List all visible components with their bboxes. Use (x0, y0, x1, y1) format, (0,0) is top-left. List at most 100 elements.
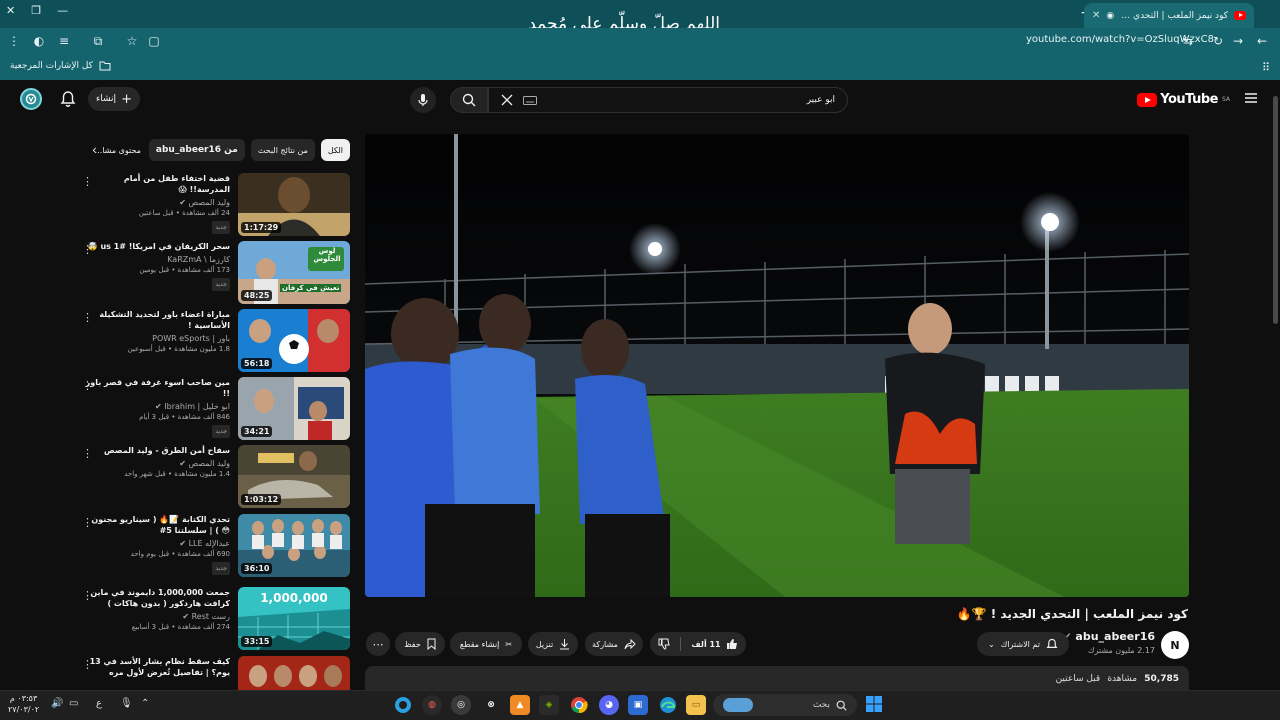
download-button[interactable]: تنزيل (528, 632, 578, 656)
extensions-icon[interactable]: ⧉ (90, 33, 106, 49)
new-badge: جديد (212, 221, 230, 234)
minimize-window-icon[interactable]: — (57, 4, 68, 17)
more-vertical-icon[interactable]: ⋮ (82, 589, 93, 602)
close-tab-icon[interactable]: ✕ (1092, 10, 1100, 21)
all-bookmarks-button[interactable]: كل الإشارات المرجعية (10, 61, 111, 71)
create-button[interactable]: + إنشاء (88, 87, 140, 111)
reading-list-icon[interactable]: ≡ (56, 33, 72, 49)
app-icon-red-badge[interactable]: ◍ (422, 695, 442, 715)
video-thumbnail[interactable]: 1,000,000 33:15 (238, 587, 350, 650)
channel-name[interactable]: رست Rest ✔ (85, 611, 230, 622)
youtube-logo[interactable]: YouTube SA (1137, 92, 1230, 107)
video-thumbnail[interactable]: 1:03:12 (238, 445, 350, 508)
hamburger-menu-icon[interactable] (1244, 92, 1258, 104)
capcut-icon[interactable]: ⊗ (481, 695, 501, 715)
list-item[interactable]: 1:03:12 سفاح أمن الطرق - وليد المصص وليد… (78, 445, 350, 509)
like-count: 11 ألف (691, 639, 721, 649)
forward-icon[interactable]: → (1230, 33, 1246, 49)
channel-avatar[interactable]: N (1161, 631, 1189, 659)
list-item[interactable]: 36:10 تحدي الكتابة 📝🔥 ( سيناريو مجنون 😳 … (78, 514, 350, 578)
chips-next-icon[interactable]: ‹ (92, 143, 97, 157)
more-vertical-icon[interactable]: ⋮ (82, 516, 93, 529)
channel-name[interactable]: باور | POWR eSports (85, 333, 230, 344)
chip-all[interactable]: الكل (320, 139, 350, 161)
channel-name[interactable]: وليد المصص ✔ (85, 458, 230, 469)
screenshot-icon[interactable]: ▢ (146, 33, 162, 49)
chip-from-channel[interactable]: من abu_abeer16 (148, 139, 245, 161)
video-thumbnail[interactable] (238, 656, 350, 690)
account-avatar[interactable] (20, 88, 42, 110)
more-vertical-icon[interactable]: ⋮ (82, 175, 93, 188)
list-item[interactable]: 1:17:29 قضية اختفاء طفل من أمام المدرسة!… (78, 173, 350, 237)
bookmark-star-icon[interactable]: ☆ (124, 33, 140, 49)
search-button[interactable] (450, 87, 488, 113)
save-button[interactable]: حفظ (395, 632, 445, 656)
more-vertical-icon[interactable]: ⋮ (82, 379, 93, 392)
video-player[interactable] (365, 134, 1189, 597)
video-meta: 274 ألف مشاهدة • قبل 3 أسابيع (131, 623, 230, 631)
tray-volume-icon[interactable]: 🔊 (51, 698, 63, 709)
list-item[interactable]: 34:21 مين صاحب اسوء غرفة في قصر باور !! … (78, 377, 350, 441)
channel-name[interactable]: ✔ abu_abeer16 (1064, 630, 1155, 643)
windows-start-icon[interactable] (866, 696, 882, 712)
taskbar-search-label: بحث (812, 700, 830, 710)
app-icon-badge[interactable]: ◎ (451, 695, 471, 715)
video-thumbnail[interactable]: 1:17:29 (238, 173, 350, 236)
list-item[interactable]: كيف سقط نظام بشار الأسد في 13 يوم؟ | تفا… (78, 656, 350, 690)
back-icon[interactable]: ← (1254, 33, 1270, 49)
profile-icon[interactable]: ◐ (31, 33, 47, 49)
edge-icon[interactable] (658, 695, 678, 715)
close-window-icon[interactable]: ✕ (6, 4, 15, 17)
clip-button[interactable]: ✂ إنشاء مقطع (450, 632, 522, 656)
nvidia-icon[interactable]: ◈ (539, 695, 559, 715)
dislike-button[interactable] (658, 638, 671, 650)
voice-search-button[interactable] (410, 87, 436, 113)
more-vertical-icon[interactable]: ⋮ (82, 311, 93, 324)
taskbar-search[interactable]: بحث (713, 694, 857, 716)
file-explorer-icon[interactable]: ▭ (686, 695, 706, 715)
address-bar[interactable]: youtube.com/watch?v=OzSluqWzxC8 (1026, 34, 1214, 45)
subscribed-button[interactable]: تم الاشتراك ⌄ (977, 632, 1069, 656)
audio-icon[interactable]: ◉ (1106, 11, 1114, 21)
video-duration: 1:17:29 (241, 222, 282, 233)
video-thumbnail[interactable]: 56:18 (238, 309, 350, 372)
search-query: ابو عبير (806, 95, 835, 105)
maximize-window-icon[interactable]: ❐ (31, 4, 41, 17)
video-thumbnail[interactable]: 36:10 (238, 514, 350, 577)
tray-chevron-up-icon[interactable]: ⌃ (141, 698, 149, 709)
like-button[interactable]: 11 ألف (691, 638, 737, 650)
scrollbar-thumb[interactable] (1273, 96, 1278, 324)
search-input[interactable]: ابو عبير (488, 87, 848, 113)
more-vertical-icon[interactable]: ⋮ (82, 243, 93, 256)
chip-from-search[interactable]: من نتائج البحث (250, 139, 315, 161)
list-item[interactable]: 1,000,000 33:15 جمعت 1,000,000 دايموند ف… (78, 587, 350, 651)
chip-similar[interactable]: محتوى مشا... (93, 139, 143, 161)
tray-battery-icon[interactable]: ▭ (69, 698, 78, 709)
discord-icon[interactable]: ◕ (599, 695, 619, 715)
store-icon[interactable]: ▣ (628, 695, 648, 715)
more-vertical-icon[interactable]: ⋮ (82, 658, 93, 671)
apps-grid-icon[interactable]: ⠿ (1262, 61, 1270, 74)
share-button[interactable]: مشاركة (585, 632, 643, 656)
channel-name[interactable]: كارزما \ KaRZmA (85, 254, 230, 265)
taskbar-clock[interactable]: ٠٣:٥٣ م ٢٧/٠٣/٠٢ (8, 693, 39, 715)
list-item[interactable]: لوس الجلوس تعيش في كرفان 48:25 سحر الكري… (78, 241, 350, 305)
chrome-icon[interactable] (569, 695, 589, 715)
vlc-icon[interactable]: ▲ (510, 695, 530, 715)
input-language[interactable]: ع (96, 698, 102, 709)
notifications-bell-icon[interactable] (60, 90, 76, 108)
video-thumbnail[interactable]: 34:21 (238, 377, 350, 440)
channel-name[interactable]: وليد المصص ✔ (85, 197, 230, 208)
channel-name[interactable]: عبدالإله LLE ✔ (85, 538, 230, 549)
list-item[interactable]: 56:18 مباراة اعضاء باور لتحديد التشكيلة … (78, 309, 350, 373)
copilot-icon[interactable] (393, 695, 413, 715)
channel-name[interactable]: ابو خليل | Ibrahim ✔ (85, 401, 230, 412)
tray-mic-icon[interactable]: 🎙 (120, 698, 133, 709)
keyboard-icon[interactable] (523, 95, 537, 105)
browser-menu-icon[interactable]: ⋮ (6, 33, 22, 49)
video-thumbnail[interactable]: لوس الجلوس تعيش في كرفان 48:25 (238, 241, 350, 304)
browser-tab-active[interactable]: كود نيمز الملعب | التحدي الجد ◉ ✕ (1084, 3, 1254, 28)
more-vertical-icon[interactable]: ⋮ (82, 447, 93, 460)
more-actions-button[interactable]: ⋯ (366, 632, 390, 656)
clear-search-icon[interactable] (501, 94, 513, 106)
